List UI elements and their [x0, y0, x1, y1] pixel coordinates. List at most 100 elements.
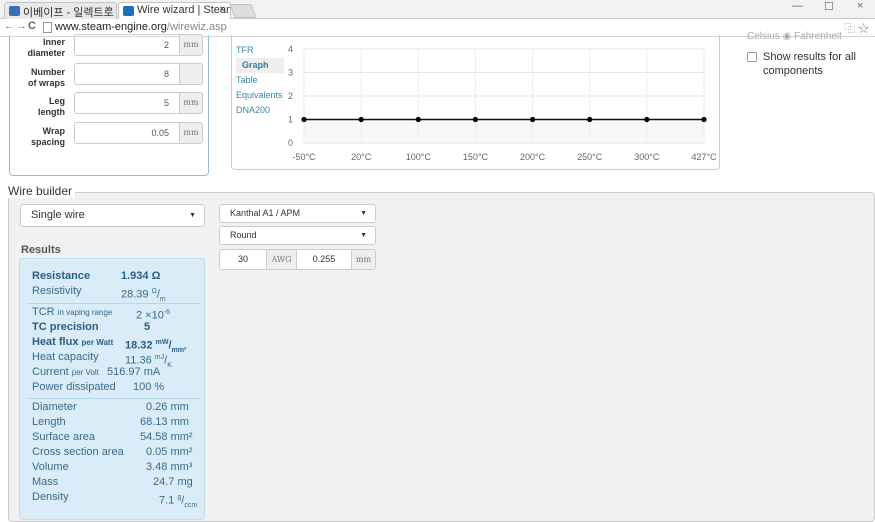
inner-diameter-row: Inner diameter 2 mm: [10, 34, 210, 60]
results-heading: Results: [21, 244, 61, 256]
result-resistivity: Resistivity 28.39 Ω/m: [32, 285, 166, 303]
data-point: [701, 116, 707, 123]
y-tick-label: 1: [288, 115, 293, 125]
wire-builder-legend: Wire builder: [8, 184, 76, 198]
y-tick-label: 4: [288, 44, 293, 54]
result-surface-area: Surface area 54.58 mm²: [32, 431, 193, 443]
tab-title: 이베이프 - 일렉트로: [23, 7, 114, 19]
leg-length-row: Leg length 5 mm: [10, 92, 210, 118]
tab-close-icon[interactable]: ×: [105, 4, 111, 15]
graph-panel: TFR Graph Table Equivalents DNA200 01234…: [231, 35, 720, 170]
tfr-chart: 0 1 2 3 4 -50°C 20°C 100°C 150°C 200°C 250°C 300°C 4…: [288, 44, 717, 162]
translate-icon[interactable]: ⿻: [844, 23, 855, 35]
forward-button[interactable]: →: [16, 20, 27, 32]
show-all-results-label: Show results for all components: [763, 51, 856, 77]
number-of-wraps-unit: [179, 63, 203, 85]
x-tick-label: 100°C: [406, 152, 432, 162]
chevron-down-icon: ▼: [189, 212, 196, 219]
coil-parameters-panel: Inner diameter 2 mm Number of wraps 8 Leg l…: [9, 34, 210, 176]
leg-length-unit: mm: [179, 92, 203, 114]
chevron-down-icon: ▼: [360, 210, 367, 217]
result-density: Density 7.1 g/ccm: [32, 491, 198, 509]
plot-fill-area: [304, 119, 704, 143]
x-tick-label: -50°C: [292, 152, 316, 162]
result-cross-section-area: Cross section area 0.05 mm²: [32, 446, 193, 458]
x-tick-label: 300°C: [634, 152, 660, 162]
results-box: Resistance 1.934 Ω Resistivity 28.39 Ω/m…: [19, 258, 205, 520]
browser-tab-2[interactable]: Wire wizard | Steam ×: [118, 2, 231, 19]
material-value: Kanthal A1 / APM: [230, 208, 301, 218]
leg-length-label: Leg length: [38, 96, 65, 117]
result-volume: Volume 3.48 mm³: [32, 461, 193, 473]
wire-diameter-unit: mm: [351, 249, 376, 270]
x-tick-label: 427°C: [691, 152, 717, 162]
wrap-spacing-label: Wrap spacing: [30, 126, 65, 147]
address-bar-right-icons: ⿻ ☆: [844, 20, 869, 36]
tab-close-icon[interactable]: ×: [219, 4, 225, 15]
page-icon: [43, 22, 52, 33]
site-favicon-icon: [9, 6, 20, 16]
number-of-wraps-input[interactable]: 8: [74, 63, 180, 85]
result-heat-flux: Heat flux per Watt 18.32 mW/mm²: [32, 336, 187, 354]
results-divider: [28, 303, 200, 304]
result-tc-precision: TC precision 5: [32, 321, 151, 333]
data-point: [587, 116, 593, 123]
x-tick-label: 200°C: [520, 152, 546, 162]
result-diameter: Diameter 0.26 mm: [32, 401, 189, 413]
close-window-button[interactable]: ×: [857, 0, 863, 12]
result-current: Current per Volt 516.97 mA: [32, 366, 161, 378]
chevron-down-icon: ▼: [360, 232, 367, 239]
result-mass: Mass 24.7 mg: [32, 476, 193, 488]
x-tick-label: 250°C: [577, 152, 603, 162]
wrap-spacing-input[interactable]: 0.05: [74, 122, 180, 144]
wire-diameter-input[interactable]: 0.255: [296, 249, 352, 270]
shape-value: Round: [230, 230, 257, 240]
reload-button[interactable]: C: [28, 20, 36, 32]
url-field[interactable]: www.steam-engine.org/wirewiz.asp: [55, 21, 227, 33]
tab-title: Wire wizard | Steam: [137, 4, 231, 16]
data-point: [415, 116, 421, 123]
wire-type-select[interactable]: Single wire ▼: [20, 204, 205, 227]
data-point: [301, 116, 307, 123]
result-power-dissipated: Power dissipated 100 %: [32, 381, 165, 393]
shape-select[interactable]: Round ▼: [219, 226, 376, 245]
browser-tab-1[interactable]: 이베이프 - 일렉트로 ×: [4, 2, 117, 19]
url-host: www.steam-engine.org: [55, 21, 167, 33]
gauge-input[interactable]: 30: [219, 249, 267, 270]
results-divider: [28, 398, 200, 399]
wire-builder-panel: Single wire ▼ Results Resistance 1.934 Ω…: [8, 192, 875, 522]
result-resistance: Resistance 1.934 Ω: [32, 270, 161, 282]
data-point: [644, 116, 650, 123]
inner-diameter-input[interactable]: 2: [74, 34, 180, 56]
new-tab-button[interactable]: [229, 4, 257, 18]
result-length: Length 68.13 mm: [32, 416, 189, 428]
back-button[interactable]: ←: [4, 20, 15, 32]
minimize-button[interactable]: —: [792, 0, 803, 12]
maximize-button[interactable]: ☐: [824, 0, 834, 13]
url-path: /wirewiz.asp: [166, 21, 227, 33]
data-point: [472, 116, 479, 123]
show-all-results-checkbox[interactable]: [747, 52, 757, 62]
leg-length-input[interactable]: 5: [74, 92, 180, 114]
x-tick-label: 150°C: [463, 152, 489, 162]
data-point: [529, 116, 536, 123]
data-point: [358, 116, 364, 123]
wrap-spacing-row: Wrap spacing 0.05 mm: [10, 122, 210, 148]
result-heat-capacity: Heat capacity 11.36 mJ/K: [32, 351, 172, 369]
wrap-spacing-unit: mm: [179, 122, 203, 144]
material-select[interactable]: Kanthal A1 / APM ▼: [219, 204, 376, 223]
page-content: Inner diameter 2 mm Number of wraps 8 Leg l…: [0, 31, 875, 522]
temperature-unit-options[interactable]: Celsius ◉ Fahrenheit: [747, 31, 842, 42]
result-tcr: TCR in vaping range 2 ×10-6: [32, 306, 171, 322]
x-tick-label: 20°C: [351, 152, 372, 162]
gauge-unit: AWG: [266, 249, 297, 270]
bookmark-star-icon[interactable]: ☆: [858, 23, 869, 35]
y-tick-label: 3: [288, 68, 293, 78]
wire-type-value: Single wire: [31, 209, 85, 221]
browser-tab-bar: 이베이프 - 일렉트로 × Wire wizard | Steam × — ☐ …: [0, 0, 875, 19]
inner-diameter-label: Inner diameter: [27, 37, 65, 58]
steam-favicon-icon: [123, 6, 134, 16]
number-of-wraps-row: Number of wraps 8: [10, 63, 210, 89]
y-tick-label: 2: [288, 91, 293, 101]
inner-diameter-unit: mm: [179, 34, 203, 56]
